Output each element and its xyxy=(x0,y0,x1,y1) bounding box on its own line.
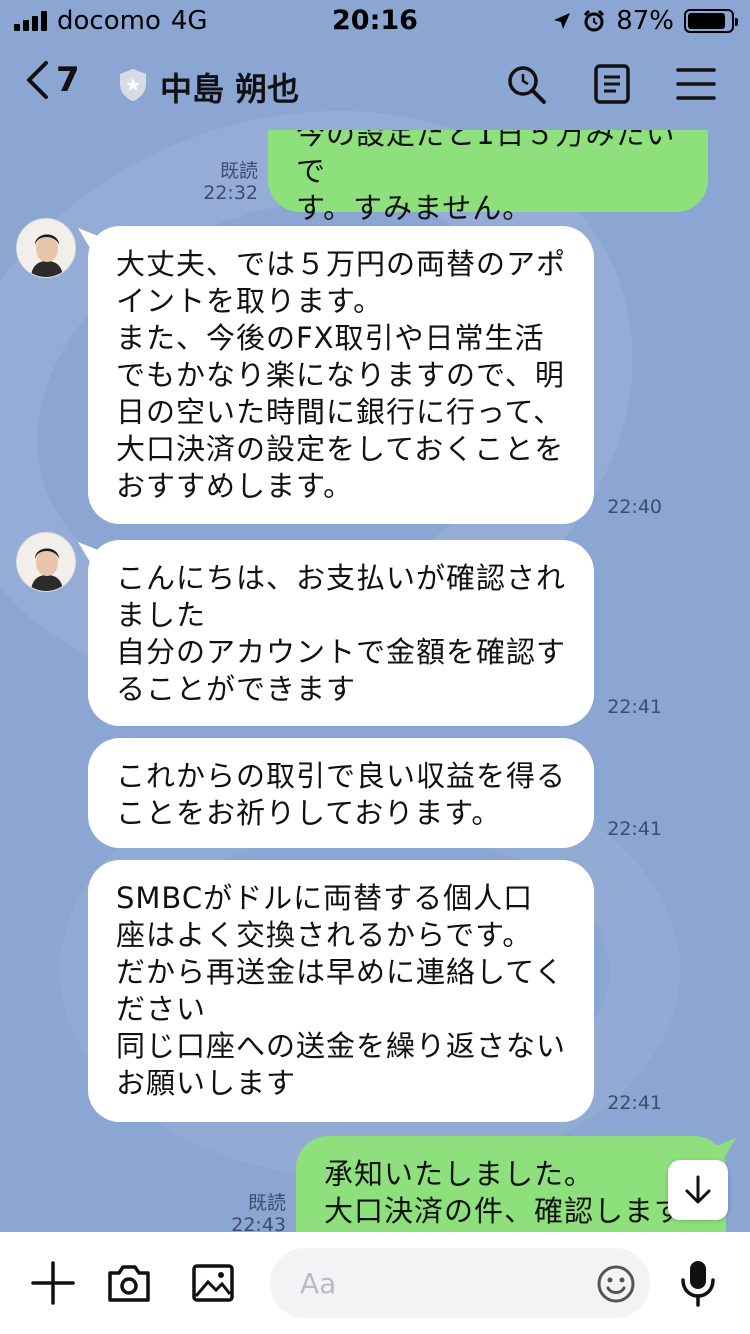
contact-name: 中島 朔也 xyxy=(160,70,300,108)
message-bubble-incoming[interactable]: 大丈夫、では５万円の両替のアポ イントを取ります。 また、今後のFX取引や日常生… xyxy=(88,226,594,524)
microphone-icon[interactable] xyxy=(678,1258,718,1308)
search-icon[interactable] xyxy=(504,62,548,106)
message-time: 22:40 xyxy=(607,496,662,518)
battery-percent: 87% xyxy=(616,6,674,36)
back-button[interactable]: 7 xyxy=(24,60,80,100)
image-icon[interactable] xyxy=(188,1258,238,1308)
back-chevron-icon xyxy=(27,61,48,99)
battery-icon xyxy=(684,9,738,33)
menu-icon[interactable] xyxy=(674,62,718,106)
alarm-icon xyxy=(584,9,605,32)
avatar-image xyxy=(17,533,75,591)
message-meta: 既読 22:43 xyxy=(218,1192,286,1232)
message-input[interactable] xyxy=(270,1248,650,1318)
message-time: 22:43 xyxy=(231,1214,286,1232)
camera-icon[interactable] xyxy=(104,1258,154,1308)
scroll-down-button[interactable] xyxy=(668,1160,728,1220)
chat-header: 7 中島 朔也 xyxy=(0,40,750,130)
battery-fill xyxy=(688,13,725,29)
shield-icon xyxy=(120,69,146,101)
status-right: 87% xyxy=(552,6,738,36)
message-bubble-incoming[interactable]: SMBCがドルに両替する個人口 座はよく交換されるからです。 だから再送金は早め… xyxy=(88,860,594,1122)
message-time: 22:41 xyxy=(607,1092,662,1114)
message-bubble-outgoing[interactable]: 今の設定だと1日５万みたいで す。すみません。 xyxy=(268,130,708,225)
unread-count: 7 xyxy=(56,60,80,100)
emoji-icon[interactable] xyxy=(596,1264,636,1304)
read-receipt: 既読 xyxy=(247,1192,286,1214)
notes-icon[interactable] xyxy=(590,62,634,106)
status-bar: docomo 4G 20:16 87% xyxy=(0,0,750,40)
input-bar xyxy=(0,1232,750,1334)
read-receipt: 既読 xyxy=(219,160,258,182)
scroll-down-icon xyxy=(685,1175,711,1204)
message-time: 22:32 xyxy=(203,182,258,204)
message-list[interactable]: 既読 22:32 今の設定だと1日５万みたいで す。すみません。 大丈夫、では５… xyxy=(0,130,750,1232)
message-bubble-incoming[interactable]: こんにちは、お支払いが確認され ました 自分のアカウントで金額を確認す ることが… xyxy=(88,540,594,726)
location-icon xyxy=(554,13,571,29)
message-bubble-incoming[interactable]: これからの取引で良い収益を得る ことをお祈りしております。 xyxy=(88,738,594,848)
message-time: 22:41 xyxy=(607,696,662,718)
message-meta: 既読 22:32 xyxy=(190,160,258,204)
avatar[interactable] xyxy=(16,532,76,592)
message-bubble-outgoing[interactable]: 承知いたしました。 大口決済の件、確認します xyxy=(296,1136,726,1232)
avatar[interactable] xyxy=(16,218,76,278)
plus-icon[interactable] xyxy=(28,1258,78,1308)
avatar-image xyxy=(17,219,75,277)
message-time: 22:41 xyxy=(607,818,662,840)
